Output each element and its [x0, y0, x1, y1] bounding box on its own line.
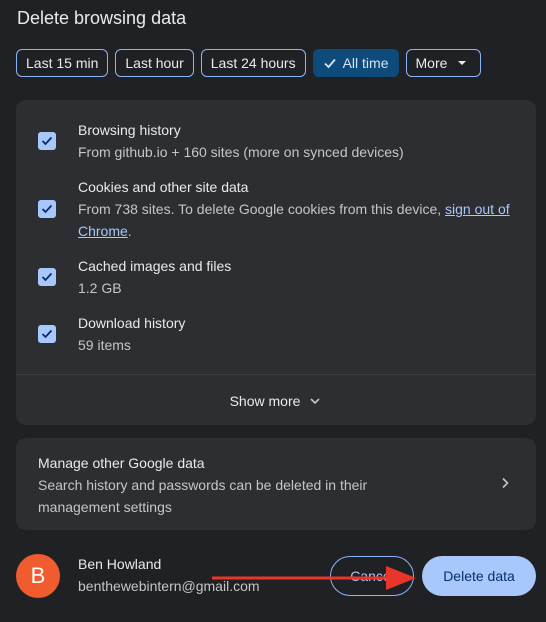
chip-label: Last 15 min: [26, 55, 99, 71]
item-title: Browsing history: [78, 122, 181, 138]
item-title: Download history: [78, 315, 186, 331]
caret-down-icon: [458, 61, 467, 65]
annotation-arrow-icon: [212, 566, 416, 590]
item-title: Cached images and files: [78, 258, 232, 274]
cookies-checkbox[interactable]: [38, 200, 56, 218]
chip-more-dropdown[interactable]: More: [405, 49, 482, 77]
cached-images-checkbox[interactable]: [38, 268, 56, 286]
item-description: From github.io + 160 sites (more on sync…: [78, 144, 404, 160]
download-history-checkbox[interactable]: [38, 325, 56, 343]
delete-data-button[interactable]: Delete data: [422, 556, 536, 596]
chevron-right-icon: [502, 477, 509, 489]
browsing-history-checkbox[interactable]: [38, 132, 56, 150]
cookies-desc-text: From 738 sites. To delete Google cookies…: [78, 201, 446, 217]
data-types-panel: Browsing history From github.io + 160 si…: [16, 100, 536, 425]
manage-description: Search history and passwords can be dele…: [38, 477, 368, 515]
item-description: 1.2 GB: [78, 280, 122, 296]
manage-google-data-row[interactable]: Manage other Google data Search history …: [16, 438, 536, 530]
check-icon: [41, 136, 53, 146]
chip-last-hour[interactable]: Last hour: [115, 49, 194, 77]
data-type-list: Browsing history From github.io + 160 si…: [16, 100, 536, 375]
chip-all-time[interactable]: All time: [312, 49, 399, 77]
item-title: Cookies and other site data: [78, 179, 249, 195]
item-description: 59 items: [78, 337, 131, 353]
check-icon: [41, 204, 53, 214]
manage-title: Manage other Google data: [38, 455, 205, 471]
item-description: From 738 sites. To delete Google cookies…: [78, 198, 518, 242]
avatar: B: [16, 554, 60, 598]
chip-label: All time: [342, 55, 389, 71]
show-more-button[interactable]: Show more: [16, 378, 536, 424]
account-name: Ben Howland: [78, 556, 162, 572]
chip-label: More: [415, 55, 448, 71]
chip-label: Last hour: [125, 55, 184, 71]
show-more-label: Show more: [229, 393, 301, 409]
divider: [16, 374, 536, 375]
check-icon: [41, 329, 53, 339]
chip-label: Last 24 hours: [210, 55, 296, 71]
check-icon: [41, 272, 53, 282]
chip-last-15-min[interactable]: Last 15 min: [16, 49, 109, 77]
dialog-title: Delete browsing data: [17, 8, 187, 28]
time-range-chips: Last 15 min Last hour Last 24 hours All …: [16, 49, 482, 77]
checkmark-icon: [323, 58, 336, 69]
chip-last-24-hours[interactable]: Last 24 hours: [200, 49, 306, 77]
cookies-desc-suffix: .: [127, 223, 132, 239]
chevron-down-icon: [310, 398, 320, 405]
